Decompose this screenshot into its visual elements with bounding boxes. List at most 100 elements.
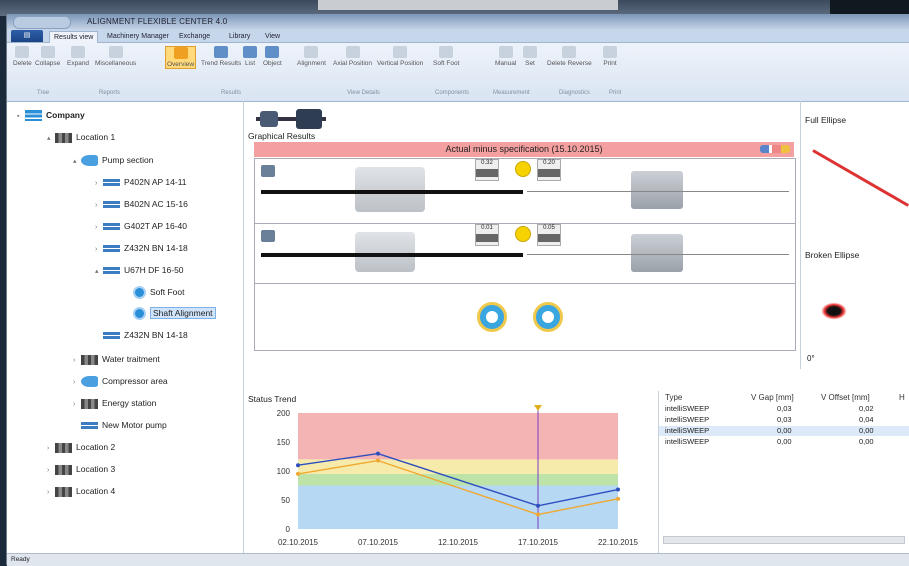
tree-item-machine[interactable]: › B402N AC 15-16 bbox=[95, 196, 188, 212]
soft-foot-button[interactable]: Soft Foot bbox=[433, 46, 459, 67]
set-button[interactable]: Set bbox=[523, 46, 537, 67]
motor-image bbox=[631, 234, 683, 272]
x-tick-label: 17.10.2015 bbox=[518, 538, 559, 547]
file-menu-button[interactable]: ▤ bbox=[11, 30, 43, 42]
overview-button[interactable]: Overview bbox=[165, 46, 197, 69]
value-box: 0.20 bbox=[537, 159, 561, 181]
factory-icon bbox=[81, 398, 98, 409]
tree-item-machine[interactable]: › P402N AP 14-11 bbox=[95, 174, 187, 190]
tree-item-water-treatment[interactable]: › Water traitment bbox=[73, 351, 160, 367]
print-button[interactable]: Print bbox=[603, 46, 617, 67]
printer-icon bbox=[603, 46, 617, 58]
expand-icon[interactable]: › bbox=[95, 198, 103, 214]
manual-button[interactable]: Manual bbox=[495, 46, 516, 67]
column-header-v-gap[interactable]: V Gap [mm] bbox=[751, 393, 794, 402]
tab-machinery-manager[interactable]: Machinery Manager bbox=[103, 31, 173, 42]
table-row[interactable]: intelliSWEEP 0,00 0,00 bbox=[659, 426, 909, 436]
manual-icon bbox=[498, 46, 513, 58]
tree-item-location-1[interactable]: ▴ Location 1 bbox=[47, 129, 115, 145]
tree-item-pump-section[interactable]: ▴ Pump section bbox=[73, 152, 154, 168]
expand-icon[interactable]: › bbox=[95, 242, 103, 258]
motor-shaft-line bbox=[527, 191, 789, 192]
trend-results-button[interactable]: Trend Results bbox=[201, 46, 241, 67]
horizontal-scrollbar[interactable] bbox=[663, 536, 905, 544]
factory-icon bbox=[55, 132, 72, 143]
tree-item-compressor-area[interactable]: › Compressor area bbox=[73, 373, 168, 389]
object-icon bbox=[265, 46, 280, 58]
vertical-position-button[interactable]: Vertical Position bbox=[377, 46, 423, 67]
expand-icon[interactable]: › bbox=[47, 485, 55, 501]
value-box: 0.05 bbox=[537, 224, 561, 246]
tree-item-machine[interactable]: Z432N BN 14-18 bbox=[103, 327, 188, 343]
collapse-icon[interactable]: ▴ bbox=[73, 154, 81, 170]
column-header-h[interactable]: H bbox=[899, 393, 905, 402]
table-row[interactable]: intelliSWEEP 0,03 0,04 bbox=[659, 415, 909, 425]
trend-band bbox=[298, 459, 618, 474]
tab-exchange[interactable]: Exchange bbox=[175, 31, 214, 42]
machine-icon bbox=[103, 179, 120, 187]
tree-item-machine[interactable]: ▴ U67H DF 16-50 bbox=[95, 262, 184, 278]
soft-foot-icon bbox=[133, 286, 146, 300]
angle-label: 0° bbox=[807, 354, 815, 363]
y-tick-label: 100 bbox=[277, 467, 291, 476]
soft-foot-icon bbox=[439, 46, 454, 58]
app-window: ALIGNMENT FLEXIBLE CENTER 4.0 ▤ Results … bbox=[6, 14, 909, 566]
axial-position-button[interactable]: Axial Position bbox=[333, 46, 372, 67]
view-toggle-icon[interactable] bbox=[261, 230, 275, 242]
list-button[interactable]: List bbox=[243, 46, 257, 67]
collapse-button[interactable]: Collapse bbox=[35, 46, 60, 67]
collapse-icon[interactable]: ▴ bbox=[47, 131, 55, 147]
banner-controls[interactable] bbox=[760, 145, 790, 153]
content-area: ▪ Company ▴ Location 1 ▴ Pump section › P402… bbox=[7, 101, 909, 553]
smiley-icon bbox=[515, 161, 531, 177]
ribbon: Delete Collapse Expand Miscellaneous Ove… bbox=[7, 43, 909, 102]
quick-access-toolbar[interactable] bbox=[13, 16, 71, 29]
tree-item-location-3[interactable]: › Location 3 bbox=[47, 461, 115, 477]
collapse-icon[interactable]: ▴ bbox=[95, 264, 103, 280]
misc-icon bbox=[108, 46, 123, 58]
spec-banner: Actual minus specification (15.10.2015) bbox=[254, 142, 794, 157]
tab-results-view[interactable]: Results view bbox=[49, 31, 99, 43]
table-row[interactable]: intelliSWEEP 0,00 0,00 bbox=[659, 437, 909, 447]
alignment-button[interactable]: Alignment bbox=[297, 46, 326, 67]
object-button[interactable]: Object bbox=[263, 46, 282, 67]
expand-icon[interactable]: › bbox=[73, 353, 81, 369]
tree-item-machine[interactable]: › Z432N BN 14-18 bbox=[95, 240, 188, 256]
expand-icon[interactable]: › bbox=[73, 375, 81, 391]
pump-icon bbox=[81, 155, 98, 167]
tree-item-shaft-alignment[interactable]: Shaft Alignment bbox=[133, 305, 216, 321]
group-tree: Tree bbox=[37, 90, 50, 96]
tree-item-soft-foot[interactable]: Soft Foot bbox=[133, 284, 185, 300]
status-text: Ready bbox=[11, 556, 30, 563]
horizontal-view-panel: 0.01 0.05 bbox=[254, 223, 796, 285]
tab-library[interactable]: Library bbox=[225, 31, 254, 42]
expand-button[interactable]: Expand bbox=[67, 46, 89, 67]
delete-button[interactable]: Delete bbox=[13, 46, 32, 67]
collapse-icon[interactable]: ▪ bbox=[17, 109, 25, 125]
tree-item-new-motor-pump[interactable]: New Motor pump bbox=[81, 417, 167, 433]
tab-view[interactable]: View bbox=[261, 31, 284, 42]
tree-item-location-4[interactable]: › Location 4 bbox=[47, 483, 115, 499]
tree-item-machine[interactable]: › G402T AP 16-40 bbox=[95, 218, 187, 234]
selection-marker-triangle bbox=[534, 405, 542, 411]
tree-item-location-2[interactable]: › Location 2 bbox=[47, 439, 115, 455]
results-table: Type V Gap [mm] V Offset [mm] H intelliS… bbox=[658, 391, 909, 553]
miscellaneous-button[interactable]: Miscellaneous bbox=[95, 46, 136, 67]
smiley-icon bbox=[515, 226, 531, 242]
expand-icon[interactable]: › bbox=[95, 176, 103, 192]
column-header-v-offset[interactable]: V Offset [mm] bbox=[821, 393, 870, 402]
machine-icon bbox=[81, 422, 98, 430]
expand-icon[interactable]: › bbox=[95, 220, 103, 236]
tree-item-energy-station[interactable]: › Energy station bbox=[73, 395, 156, 411]
delete-reverse-button[interactable]: Delete Reverse bbox=[547, 46, 592, 67]
expand-icon[interactable]: › bbox=[47, 463, 55, 479]
expand-icon[interactable]: › bbox=[47, 441, 55, 457]
view-toggle-icon[interactable] bbox=[261, 165, 275, 177]
trend-band bbox=[298, 485, 618, 529]
expand-icon[interactable]: › bbox=[73, 397, 81, 413]
vertical-icon bbox=[393, 46, 408, 58]
table-row[interactable]: intelliSWEEP 0,03 0,02 bbox=[659, 404, 909, 414]
status-bar: Ready bbox=[7, 553, 909, 566]
column-header-type[interactable]: Type bbox=[665, 393, 682, 402]
tree-item-company[interactable]: ▪ Company bbox=[17, 107, 85, 123]
